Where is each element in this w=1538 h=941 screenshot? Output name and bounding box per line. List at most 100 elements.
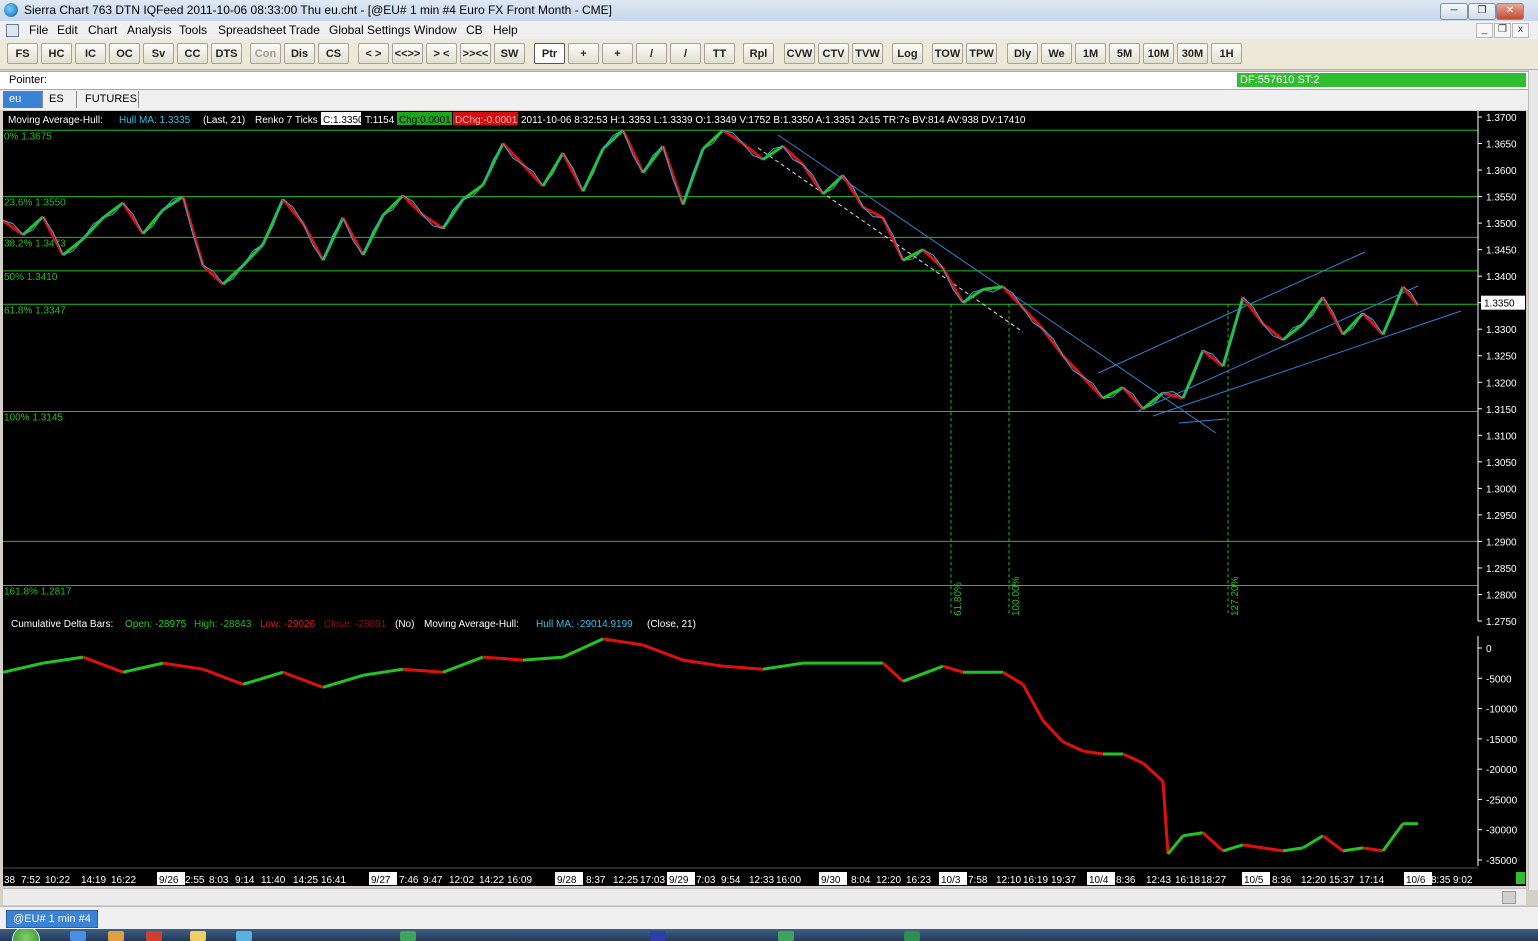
- chart-window-tab[interactable]: @EU# 1 min #4: [6, 910, 98, 928]
- mdi-minimize-button[interactable]: _: [1476, 23, 1493, 38]
- cvw-button[interactable]: CVW: [784, 43, 815, 64]
- crosshair-tool-button[interactable]: +: [568, 43, 599, 64]
- taskbar-app-icon[interactable]: [70, 931, 86, 941]
- fib-level-label: 50% 1.3410: [4, 272, 58, 283]
- menu-help[interactable]: Help: [493, 23, 518, 37]
- price-tick-label: 1.2750: [1486, 617, 1517, 628]
- taskbar-app-icon[interactable]: [778, 931, 794, 941]
- price-segment: [81, 216, 105, 241]
- tvw-button[interactable]: TVW: [852, 43, 883, 64]
- sub-study-name: Moving Average-Hull:: [424, 619, 519, 630]
- dis-button[interactable]: Dis: [284, 43, 315, 64]
- tab-es[interactable]: ES: [43, 91, 77, 108]
- time-tick-label: 7:46: [399, 875, 419, 886]
- taskbar-app-icon[interactable]: [904, 931, 920, 941]
- cc-button[interactable]: CC: [177, 43, 208, 64]
- time-tick-label: 16:00: [776, 875, 801, 886]
- 5m-button[interactable]: 5M: [1109, 43, 1140, 64]
- price-segment: [521, 163, 545, 187]
- price-segment: [781, 145, 805, 166]
- delta-segment: [42, 655, 84, 665]
- menu-spreadsheet[interactable]: Spreadsheet: [218, 23, 286, 37]
- scroll-thumb[interactable]: [1502, 891, 1516, 904]
- tow-button[interactable]: TOW: [932, 43, 963, 64]
- time-tick-label: 14:25: [293, 875, 318, 886]
- fs-button[interactable]: FS: [7, 43, 38, 64]
- 1m-button[interactable]: 1M: [1075, 43, 1106, 64]
- taskbar-app-icon[interactable]: [236, 931, 252, 941]
- taskbar-app-icon[interactable]: [108, 931, 124, 941]
- sv-button[interactable]: Sv: [143, 43, 174, 64]
- minimize-button[interactable]: ─: [1440, 3, 1468, 20]
- menu-analysis[interactable]: Analysis: [127, 23, 172, 37]
- dts-button[interactable]: DTS: [211, 43, 242, 64]
- time-date-label: 10/5: [1244, 875, 1264, 886]
- menu-edit[interactable]: Edit: [57, 23, 78, 37]
- zoom-out-button[interactable]: > <: [426, 43, 457, 64]
- zoom-out-more-button[interactable]: >><<: [460, 43, 491, 64]
- restore-button[interactable]: ❐: [1468, 3, 1496, 20]
- rpl-button[interactable]: Rpl: [743, 43, 774, 64]
- price-segment: [441, 198, 465, 230]
- document-icon[interactable]: [6, 24, 19, 37]
- tab-eu[interactable]: eu: [3, 91, 43, 108]
- delta-segment: [1302, 834, 1324, 850]
- ray-tool-button[interactable]: /: [670, 43, 701, 64]
- cumdelta-open: Open: -28975: [125, 619, 187, 630]
- menu-file[interactable]: File: [29, 23, 48, 37]
- crosshair-tool-2-button[interactable]: +: [602, 43, 633, 64]
- start-button-icon[interactable]: [12, 929, 40, 941]
- tab-futures[interactable]: FUTURES: [79, 91, 139, 108]
- delta-segment: [1002, 670, 1024, 686]
- sub-study-params: (Close, 21): [647, 619, 696, 630]
- tpw-button[interactable]: TPW: [966, 43, 997, 64]
- chart-canvas[interactable]: Moving Average-Hull: Hull MA: 1.3335 (La…: [3, 111, 1526, 886]
- delta-segment: [82, 655, 124, 674]
- 10m-button[interactable]: 10M: [1143, 43, 1174, 64]
- menu-chart[interactable]: Chart: [88, 23, 117, 37]
- mdi-restore-button[interactable]: ❐: [1494, 23, 1511, 38]
- oc-button[interactable]: OC: [109, 43, 140, 64]
- taskbar-app-icon[interactable]: [146, 931, 162, 941]
- menu-trade[interactable]: Trade: [289, 23, 320, 37]
- tt-button[interactable]: TT: [704, 43, 735, 64]
- con-button[interactable]: Con: [250, 43, 281, 64]
- mdi-close-button[interactable]: x: [1512, 23, 1529, 38]
- chart-area[interactable]: Moving Average-Hull: Hull MA: 1.3335 (La…: [3, 111, 1526, 886]
- right-scrollbar[interactable]: [1528, 70, 1538, 890]
- 30m-button[interactable]: 30M: [1177, 43, 1208, 64]
- daily-button[interactable]: Dly: [1007, 43, 1038, 64]
- menu-global-settings[interactable]: Global Settings: [329, 23, 410, 37]
- zoom-in-more-button[interactable]: <<>>: [392, 43, 423, 64]
- time-tick-label: 18:27: [1201, 875, 1226, 886]
- delta-axis: 0 -5000 -10000 -15000 -20000 -25000 -30000 -350…: [3, 636, 1518, 869]
- delta-segment: [1342, 846, 1364, 853]
- delta-segment: [202, 667, 244, 686]
- 1h-button[interactable]: 1H: [1211, 43, 1242, 64]
- menu-window[interactable]: Window: [414, 23, 457, 37]
- price-segment: [3, 219, 24, 236]
- line-tool-button[interactable]: /: [636, 43, 667, 64]
- taskbar-app-icon[interactable]: [190, 931, 206, 941]
- time-tick-label: 8:03: [209, 875, 229, 886]
- ctv-button[interactable]: CTV: [818, 43, 849, 64]
- hc-button[interactable]: HC: [41, 43, 72, 64]
- log-button[interactable]: Log: [892, 43, 923, 64]
- taskbar-app-icon[interactable]: [650, 931, 666, 941]
- menu-tools[interactable]: Tools: [179, 23, 207, 37]
- zoom-in-button[interactable]: < >: [358, 43, 389, 64]
- taskbar-app-icon[interactable]: [400, 931, 416, 941]
- close-button[interactable]: ✕: [1496, 3, 1524, 20]
- delta-tick-label: -5000: [1486, 674, 1512, 685]
- sw-button[interactable]: SW: [494, 43, 525, 64]
- menu-cb[interactable]: CB: [466, 23, 483, 37]
- horizontal-scrollbar[interactable]: [3, 888, 1526, 905]
- pointer-tool-button[interactable]: Ptr: [534, 43, 565, 64]
- cs-button[interactable]: CS: [318, 43, 349, 64]
- price-tick-label: 1.3250: [1486, 352, 1517, 363]
- time-tick-label: 38: [4, 875, 16, 886]
- time-date-label: 9/27: [371, 875, 391, 886]
- time-date-label: 9/30: [821, 875, 841, 886]
- ic-button[interactable]: IC: [75, 43, 106, 64]
- weekly-button[interactable]: We: [1041, 43, 1072, 64]
